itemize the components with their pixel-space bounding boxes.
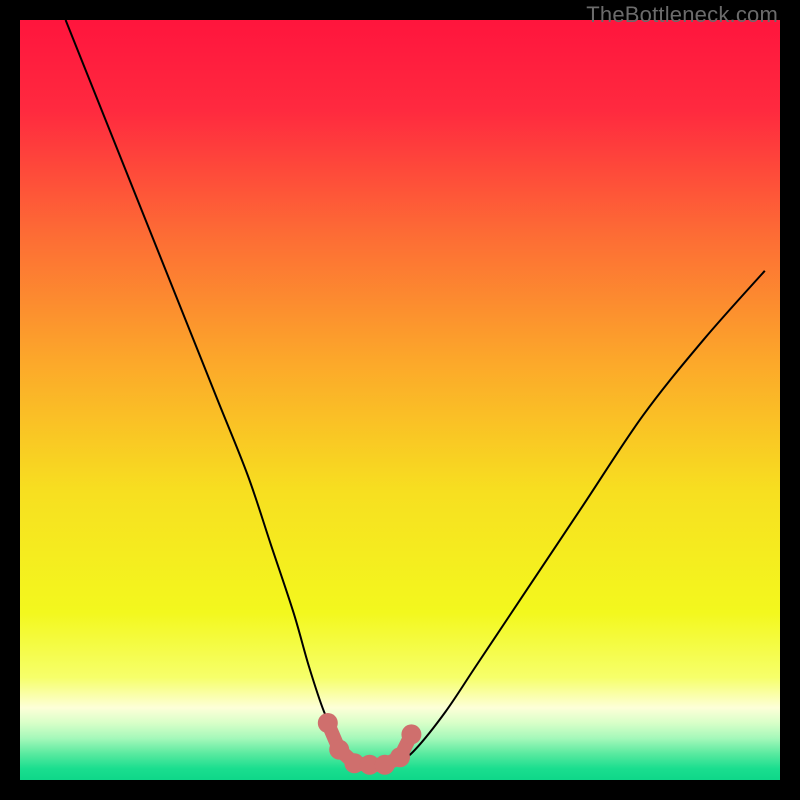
watermark-text: TheBottleneck.com [586, 2, 778, 28]
plot-area [20, 20, 780, 780]
chart-frame: TheBottleneck.com [0, 0, 800, 800]
trough-marker-dot [390, 747, 410, 767]
plot-svg [20, 20, 780, 780]
gradient-background [20, 20, 780, 780]
trough-marker-dot [318, 713, 338, 733]
trough-marker-dot [401, 724, 421, 744]
trough-marker-dot [329, 740, 349, 760]
